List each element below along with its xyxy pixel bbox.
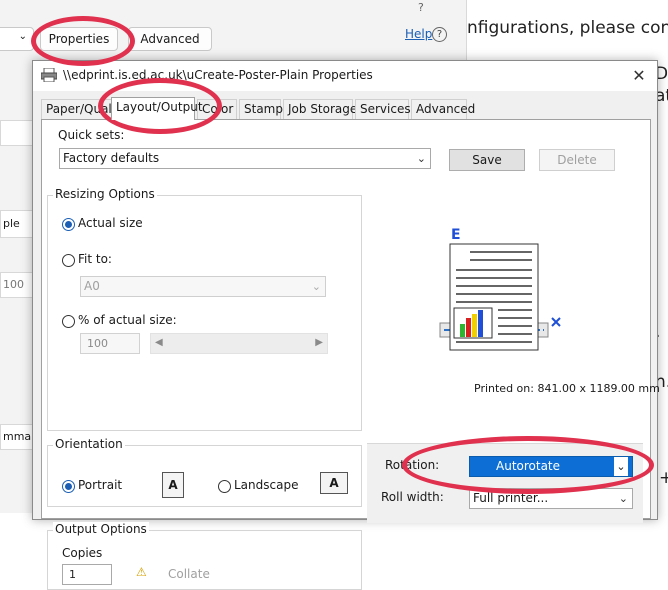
warning-icon: ⚠	[136, 565, 147, 579]
tab-layout-output[interactable]: Layout/Output	[111, 97, 203, 120]
landscape-icon: A	[320, 472, 348, 494]
background-toolbar: ⌄ Properties Advanced Help ? ?	[0, 0, 466, 60]
copies-input[interactable]: 1	[62, 564, 112, 585]
help-link[interactable]: Help	[405, 27, 432, 41]
document-text: nfigurations, please config	[467, 18, 668, 38]
tab-strip: Paper/Quality Layout/Output Color Stamp …	[41, 97, 651, 120]
percent-size-slider[interactable]: ◀ ▶	[150, 333, 328, 354]
actual-size-radio[interactable]	[62, 218, 75, 231]
printer-icon	[41, 68, 57, 82]
landscape-label: Landscape	[234, 478, 299, 492]
fit-to-select[interactable]: A0 ⌄	[80, 276, 326, 297]
chevron-down-icon: ⌄	[416, 152, 426, 165]
title-bar: \\edprint.is.ed.ac.uk\uCreate-Poster-Pla…	[33, 61, 657, 91]
background-cell: ple	[0, 210, 36, 238]
rotation-panel: Rotation: Autorotate ⌄ Roll width: Full …	[367, 443, 643, 523]
background-strip	[0, 120, 36, 146]
quick-sets-value: Factory defaults	[63, 151, 160, 165]
tab-stamp[interactable]: Stamp	[239, 99, 283, 119]
delete-button[interactable]: Delete	[539, 149, 615, 171]
resizing-options-title: Resizing Options	[53, 187, 157, 201]
percent-size-input[interactable]: 100	[80, 333, 140, 354]
fit-to-radio[interactable]	[62, 254, 75, 267]
actual-size-label: Actual size	[78, 216, 143, 230]
percent-size-label: % of actual size:	[78, 313, 177, 327]
tab-color[interactable]: Color	[197, 99, 237, 119]
roll-width-select[interactable]: Full printer... ⌄	[469, 488, 633, 509]
background-cell: mmariz	[0, 424, 45, 450]
printed-on-text: Printed on: 841.00 x 1189.00 mm	[474, 382, 660, 395]
fit-to-label: Fit to:	[78, 252, 112, 266]
help-icon[interactable]: ?	[432, 27, 447, 42]
fit-to-value: A0	[84, 279, 100, 293]
advanced-button[interactable]: Advanced	[128, 27, 212, 51]
copies-label: Copies	[62, 546, 103, 560]
tab-job-storage[interactable]: Job Storage	[283, 99, 357, 119]
preview-letter: E	[451, 227, 461, 243]
output-options-title: Output Options	[53, 522, 149, 536]
chevron-down-icon: ⌄	[311, 280, 321, 293]
portrait-radio[interactable]	[62, 480, 75, 493]
roll-width-value: Full printer...	[473, 491, 549, 505]
slider-right-icon: ▶	[315, 337, 323, 348]
tab-paper-quality[interactable]: Paper/Quality	[41, 99, 127, 119]
page-preview-icon	[439, 243, 561, 351]
save-button[interactable]: Save	[449, 149, 525, 171]
landscape-radio[interactable]	[218, 480, 231, 493]
background-cell: 100	[0, 272, 36, 298]
portrait-icon: A	[162, 472, 184, 498]
output-options-group: Output Options Copies 1 ⚠ Collate	[47, 522, 362, 590]
slider-left-icon: ◀	[155, 337, 163, 348]
quick-sets-select[interactable]: Factory defaults ⌄	[59, 148, 431, 169]
tab-advanced[interactable]: Advanced	[411, 99, 475, 119]
percent-size-radio[interactable]	[62, 315, 75, 328]
tab-services[interactable]: Services	[355, 99, 411, 119]
rotation-select[interactable]: Autorotate ⌄	[469, 456, 633, 477]
dialog-title: \\edprint.is.ed.ac.uk\uCreate-Poster-Pla…	[63, 68, 373, 82]
printer-properties-dialog: \\edprint.is.ed.ac.uk\uCreate-Poster-Pla…	[32, 60, 660, 590]
orientation-title: Orientation	[53, 437, 125, 451]
rotation-value: Autorotate	[496, 459, 561, 473]
close-button[interactable]: ✕	[627, 65, 651, 87]
collate-label: Collate	[168, 567, 210, 581]
chevron-down-icon: ⌄	[614, 457, 628, 476]
resizing-options-group: Resizing Options Actual size Fit to: A0 …	[47, 187, 362, 431]
chevron-down-icon: ⌄	[18, 31, 27, 42]
document-text: +	[659, 468, 668, 488]
quick-sets-label: Quick sets:	[58, 128, 125, 142]
properties-button[interactable]: Properties	[40, 27, 118, 51]
orientation-group: Orientation Portrait A Landscape A	[47, 437, 362, 507]
background-combo[interactable]: ⌄	[0, 27, 34, 51]
rotation-label: Rotation:	[385, 458, 440, 472]
portrait-label: Portrait	[78, 478, 123, 492]
roll-width-label: Roll width:	[381, 490, 444, 504]
question-mark: ?	[418, 1, 424, 14]
chevron-down-icon: ⌄	[618, 492, 628, 505]
